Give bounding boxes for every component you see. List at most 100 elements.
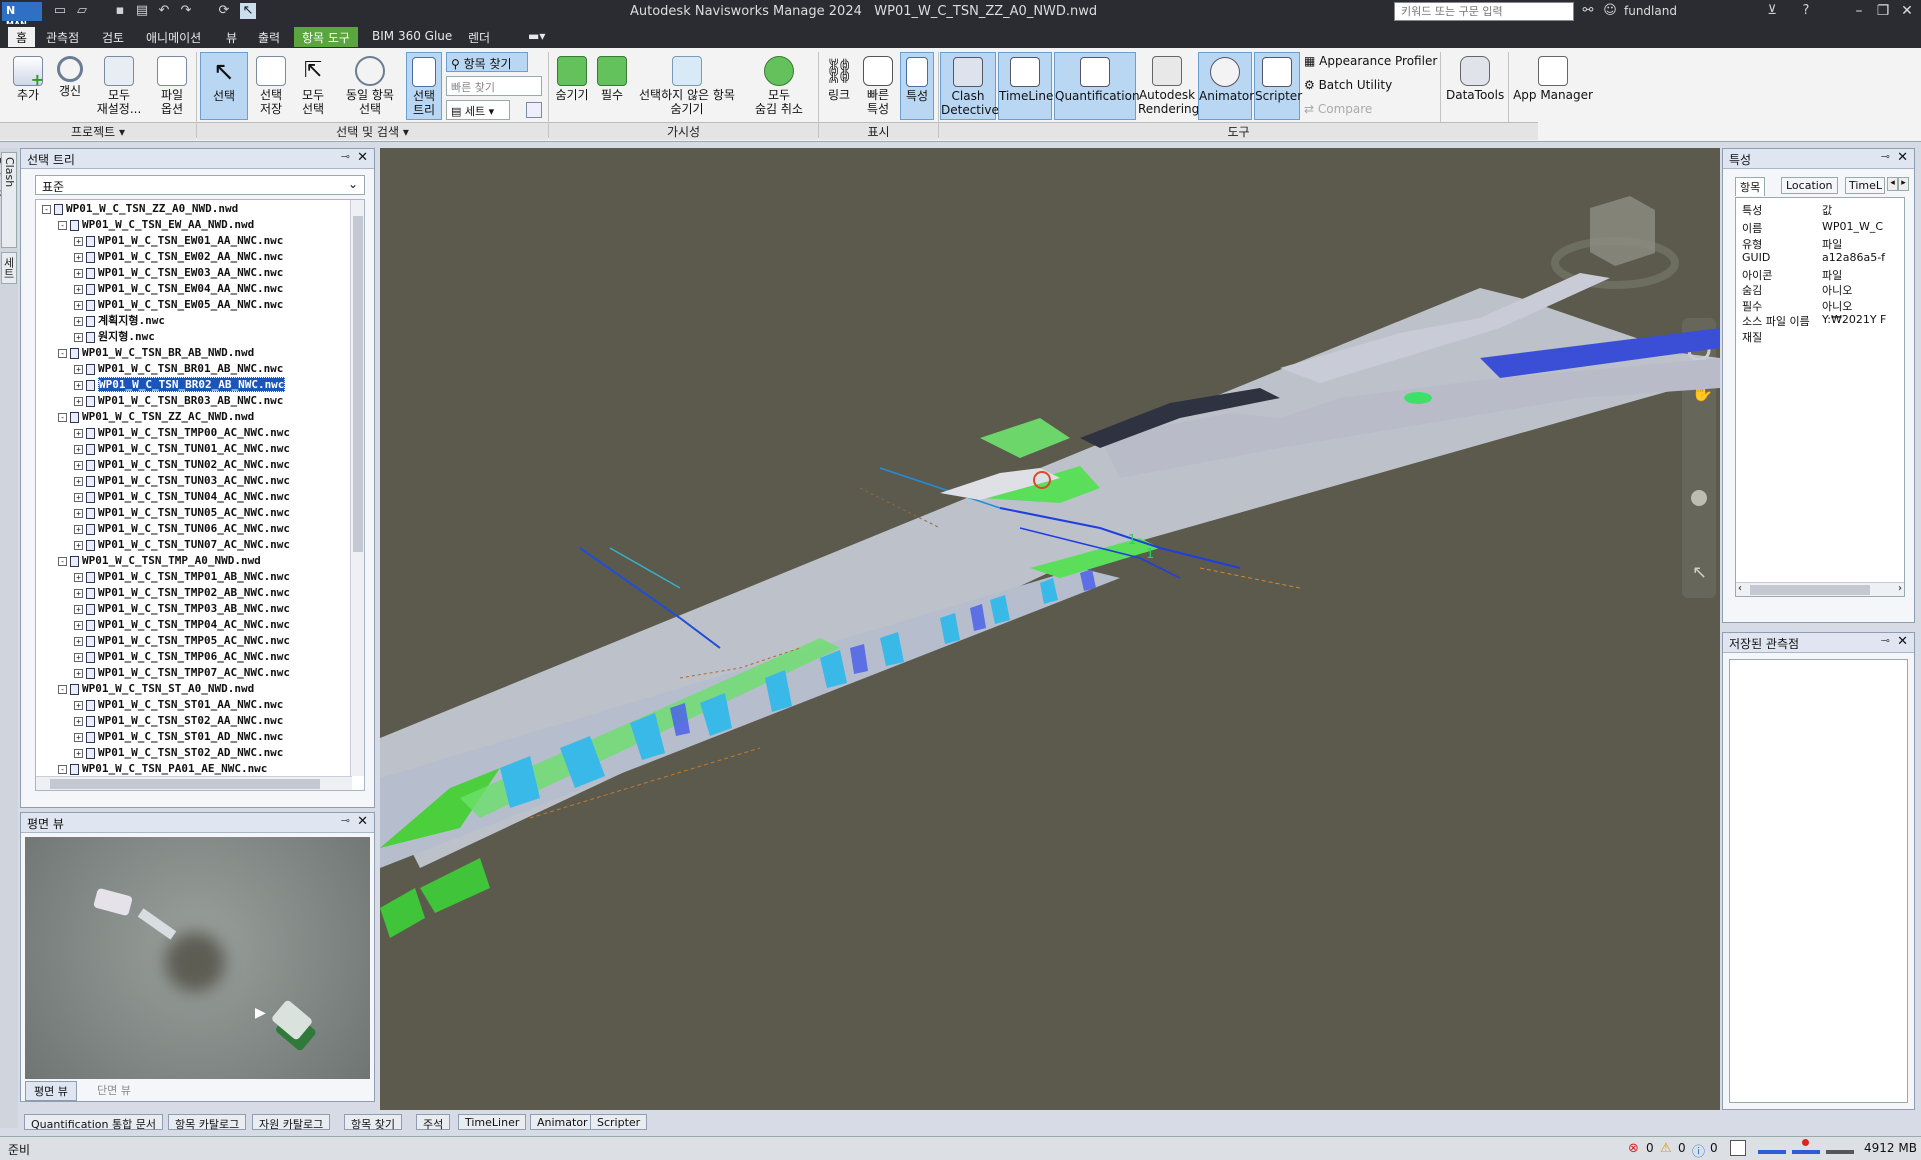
sheet-browser-icon[interactable] — [1730, 1140, 1746, 1156]
expand-toggle-icon[interactable]: + — [74, 636, 83, 646]
expand-toggle-icon[interactable]: + — [74, 364, 83, 374]
scripter-button[interactable]: Scripter — [1254, 52, 1302, 120]
expand-toggle-icon[interactable]: + — [74, 268, 83, 278]
select-all-button[interactable]: ⇱ 모두 선택 — [294, 52, 332, 118]
tree-row[interactable]: + WP01_W_C_TSN_EW05_AA_NWC.nwc — [74, 297, 283, 313]
refresh-icon[interactable]: ⟳ — [216, 3, 232, 19]
clash-detective-side-tab[interactable]: Clash Detective — [0, 152, 17, 248]
reset-all-button[interactable]: 모두 재설정... — [94, 52, 144, 118]
group-project[interactable]: 프로젝트 ▾ — [0, 122, 196, 140]
app-logo[interactable]: N MAN — [2, 2, 42, 29]
tab-output[interactable]: 출력 — [250, 27, 288, 47]
expand-toggle-icon[interactable]: + — [74, 428, 83, 438]
hide-unselected-button[interactable]: 선택하지 않은 항목 숨기기 — [634, 52, 740, 118]
tab-timeliner[interactable]: TimeLiner — [458, 1114, 527, 1130]
expand-toggle-icon[interactable]: + — [74, 604, 83, 614]
expand-toggle-icon[interactable]: + — [74, 300, 83, 310]
tab-scroll-right-icon[interactable]: ▸ — [1898, 177, 1909, 191]
tree-row[interactable]: + WP01_W_C_TSN_TMP06_AC_NWC.nwc — [74, 649, 290, 665]
tree-hscroll-thumb[interactable] — [50, 779, 320, 789]
tree-row[interactable]: + WP01_W_C_TSN_TUN07_AC_NWC.nwc — [74, 537, 290, 553]
tree-row[interactable]: + WP01_W_C_TSN_TMP00_AC_NWC.nwc — [74, 425, 290, 441]
links-button[interactable]: ⛓ 링크 — [822, 52, 856, 118]
close-icon[interactable]: ✕ — [1897, 634, 1908, 649]
expand-toggle-icon[interactable]: + — [74, 700, 83, 710]
tab-scripter[interactable]: Scripter — [590, 1114, 648, 1130]
expand-toggle-icon[interactable]: + — [74, 380, 83, 390]
tree-row[interactable]: + WP01_W_C_TSN_TMP03_AB_NWC.nwc — [74, 601, 290, 617]
viewcube[interactable] — [1551, 196, 1679, 289]
tree-row[interactable]: - WP01_W_C_TSN_EW_AA_NWD.nwd — [58, 217, 254, 233]
expand-toggle-icon[interactable]: + — [74, 252, 83, 262]
tab-animation[interactable]: 애니메이션 — [138, 27, 209, 47]
tree-row[interactable]: + WP01_W_C_TSN_TUN04_AC_NWC.nwc — [74, 489, 290, 505]
tab-plan-view[interactable]: 평면 뷰 — [25, 1081, 77, 1101]
tree-hscrollbar[interactable] — [36, 776, 352, 790]
tree-row[interactable]: + WP01_W_C_TSN_TMP02_AB_NWC.nwc — [74, 585, 290, 601]
append-button[interactable]: + 추가 — [8, 52, 48, 118]
tree-row[interactable]: + WP01_W_C_TSN_ST02_AA_NWC.nwc — [74, 713, 283, 729]
tree-row[interactable]: + WP01_W_C_TSN_EW03_AA_NWC.nwc — [74, 265, 283, 281]
performance-meter-icon[interactable] — [1758, 1142, 1786, 1154]
tree-scrollbar[interactable] — [350, 200, 364, 776]
user-name[interactable]: fundland — [1624, 4, 1677, 18]
restore-button[interactable]: ❐ — [1872, 2, 1894, 21]
expand-toggle-icon[interactable]: - — [58, 556, 67, 566]
expand-toggle-icon[interactable]: + — [74, 668, 83, 678]
expand-toggle-icon[interactable]: + — [74, 732, 83, 742]
tab-find-items[interactable]: 항목 찾기 — [344, 1114, 402, 1131]
tab-review[interactable]: 검토 — [94, 27, 132, 47]
timeliner-button[interactable]: TimeLiner — [998, 52, 1058, 120]
expand-toggle-icon[interactable]: + — [74, 316, 83, 326]
tree-row[interactable]: - WP01_W_C_TSN_TMP_A0_NWD.nwd — [58, 553, 261, 569]
expand-toggle-icon[interactable]: + — [74, 716, 83, 726]
tree-row[interactable]: + WP01_W_C_TSN_TUN05_AC_NWC.nwc — [74, 505, 290, 521]
expand-toggle-icon[interactable]: + — [74, 460, 83, 470]
batch-utility-button[interactable]: ⚙ Batch Utility — [1304, 78, 1392, 92]
tab-section-view[interactable]: 단면 뷰 — [89, 1081, 139, 1099]
quick-find-input[interactable]: 빠른 찾기 — [446, 76, 542, 96]
cart-icon[interactable]: ⊻ — [1764, 3, 1780, 19]
tree-row[interactable]: + WP01_W_C_TSN_TMP05_AC_NWC.nwc — [74, 633, 290, 649]
expand-toggle-icon[interactable]: - — [58, 412, 67, 422]
tree-view[interactable]: - WP01_W_C_TSN_ZZ_A0_NWD.nwd - WP01_W_C_TSN… — [35, 199, 365, 791]
tab-viewpoint[interactable]: 관측점 — [38, 27, 87, 47]
properties-hscrollbar[interactable]: ‹ › — [1736, 582, 1904, 596]
animator-button[interactable]: Animator — [1198, 52, 1254, 120]
tab-comments[interactable]: 주석 — [416, 1114, 451, 1131]
appearance-profiler-button[interactable]: ▦ Appearance Profiler — [1304, 54, 1437, 68]
3d-viewport[interactable]: ✋ ↖ 1 1 — [380, 148, 1720, 1110]
search-input[interactable] — [1394, 2, 1574, 21]
tab-item[interactable]: 항목 — [1735, 177, 1766, 196]
expand-toggle-icon[interactable]: + — [74, 236, 83, 246]
disk-meter-icon[interactable] — [1826, 1142, 1854, 1154]
redo-icon[interactable]: ↷ — [178, 3, 194, 19]
expand-toggle-icon[interactable]: + — [74, 476, 83, 486]
tab-scroll-left-icon[interactable]: ◂ — [1887, 177, 1898, 191]
clash-detective-button[interactable]: Clash Detective — [940, 52, 999, 120]
undo-icon[interactable]: ↶ — [156, 3, 172, 19]
new-file-icon[interactable]: ▭ — [52, 3, 68, 19]
tree-row[interactable]: + WP01_W_C_TSN_EW04_AA_NWC.nwc — [74, 281, 283, 297]
infrastructure-model[interactable] — [380, 273, 1720, 938]
tab-bim360-glue[interactable]: BIM 360 Glue — [364, 27, 460, 47]
tab-item-catalog[interactable]: 항목 카탈로그 — [168, 1114, 247, 1131]
binoculars-icon[interactable]: ⚯ — [1580, 3, 1596, 19]
pin-icon[interactable]: ⊸ — [341, 150, 350, 163]
select-button[interactable]: ↖ 선택 — [200, 52, 248, 120]
print-icon[interactable]: ▤ — [134, 3, 150, 19]
quick-properties-button[interactable]: 빠른 특성 — [860, 52, 896, 118]
plan-view-canvas[interactable]: ▶ — [25, 837, 370, 1079]
file-options-button[interactable]: 파일 옵션 — [152, 52, 192, 118]
tree-row[interactable]: - WP01_W_C_TSN_BR_AB_NWD.nwd — [58, 345, 254, 361]
expand-toggle-icon[interactable]: + — [74, 748, 83, 758]
expand-toggle-icon[interactable]: - — [42, 204, 51, 214]
user-icon[interactable]: ☺ — [1602, 3, 1618, 19]
expand-toggle-icon[interactable]: + — [74, 572, 83, 582]
group-select-search[interactable]: 선택 및 검색 ▾ — [197, 122, 548, 140]
app-manager-button[interactable]: App Manager — [1512, 52, 1594, 118]
tab-resource-catalog[interactable]: 자원 카탈로그 — [252, 1114, 331, 1131]
expand-toggle-icon[interactable]: - — [58, 684, 67, 694]
expand-toggle-icon[interactable]: + — [74, 332, 83, 342]
save-selection-button[interactable]: 선택 저장 — [252, 52, 290, 118]
